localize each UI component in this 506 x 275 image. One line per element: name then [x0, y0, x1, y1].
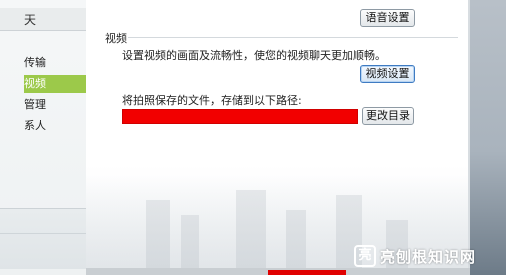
video-settings-button[interactable]: 视频设置: [360, 65, 415, 83]
voice-settings-button[interactable]: 语音设置: [360, 9, 415, 27]
watermark-logo-icon: 亮: [354, 245, 376, 267]
sidebar-footer: [0, 208, 86, 269]
sidebar-item-manage[interactable]: 管理: [24, 96, 84, 114]
sidebar-header: 天: [0, 8, 86, 31]
background-city-image: [470, 0, 506, 275]
photo-save-label: 将拍照保存的文件，存储到以下路径:: [122, 94, 302, 107]
section-divider: [128, 37, 458, 38]
sidebar-item-transfer[interactable]: 传输: [24, 54, 84, 72]
watermark-text: 亮刨根知识网: [380, 248, 477, 266]
sidebar-header-label: 天: [24, 13, 37, 27]
taskbar-highlight: [268, 270, 346, 275]
change-directory-button[interactable]: 更改目录: [362, 107, 414, 125]
skyline-building: [286, 210, 306, 270]
video-section-title: 视频: [105, 32, 127, 45]
sidebar-item-video[interactable]: 视频: [24, 75, 86, 93]
settings-sidebar: 天 传输 视频 管理 系人: [0, 0, 87, 275]
sidebar-item-contacts[interactable]: 系人: [24, 117, 84, 135]
skyline-building: [146, 200, 170, 270]
skyline-building: [236, 190, 266, 270]
skyline-building: [181, 215, 199, 270]
video-description: 设置视频的画面及流畅性，使您的视频聊天更加顺畅。: [122, 49, 386, 62]
save-path-field[interactable]: [122, 109, 358, 124]
watermark: 亮 亮刨根知识网: [354, 245, 504, 269]
sidebar-footer-divider: [0, 233, 86, 234]
